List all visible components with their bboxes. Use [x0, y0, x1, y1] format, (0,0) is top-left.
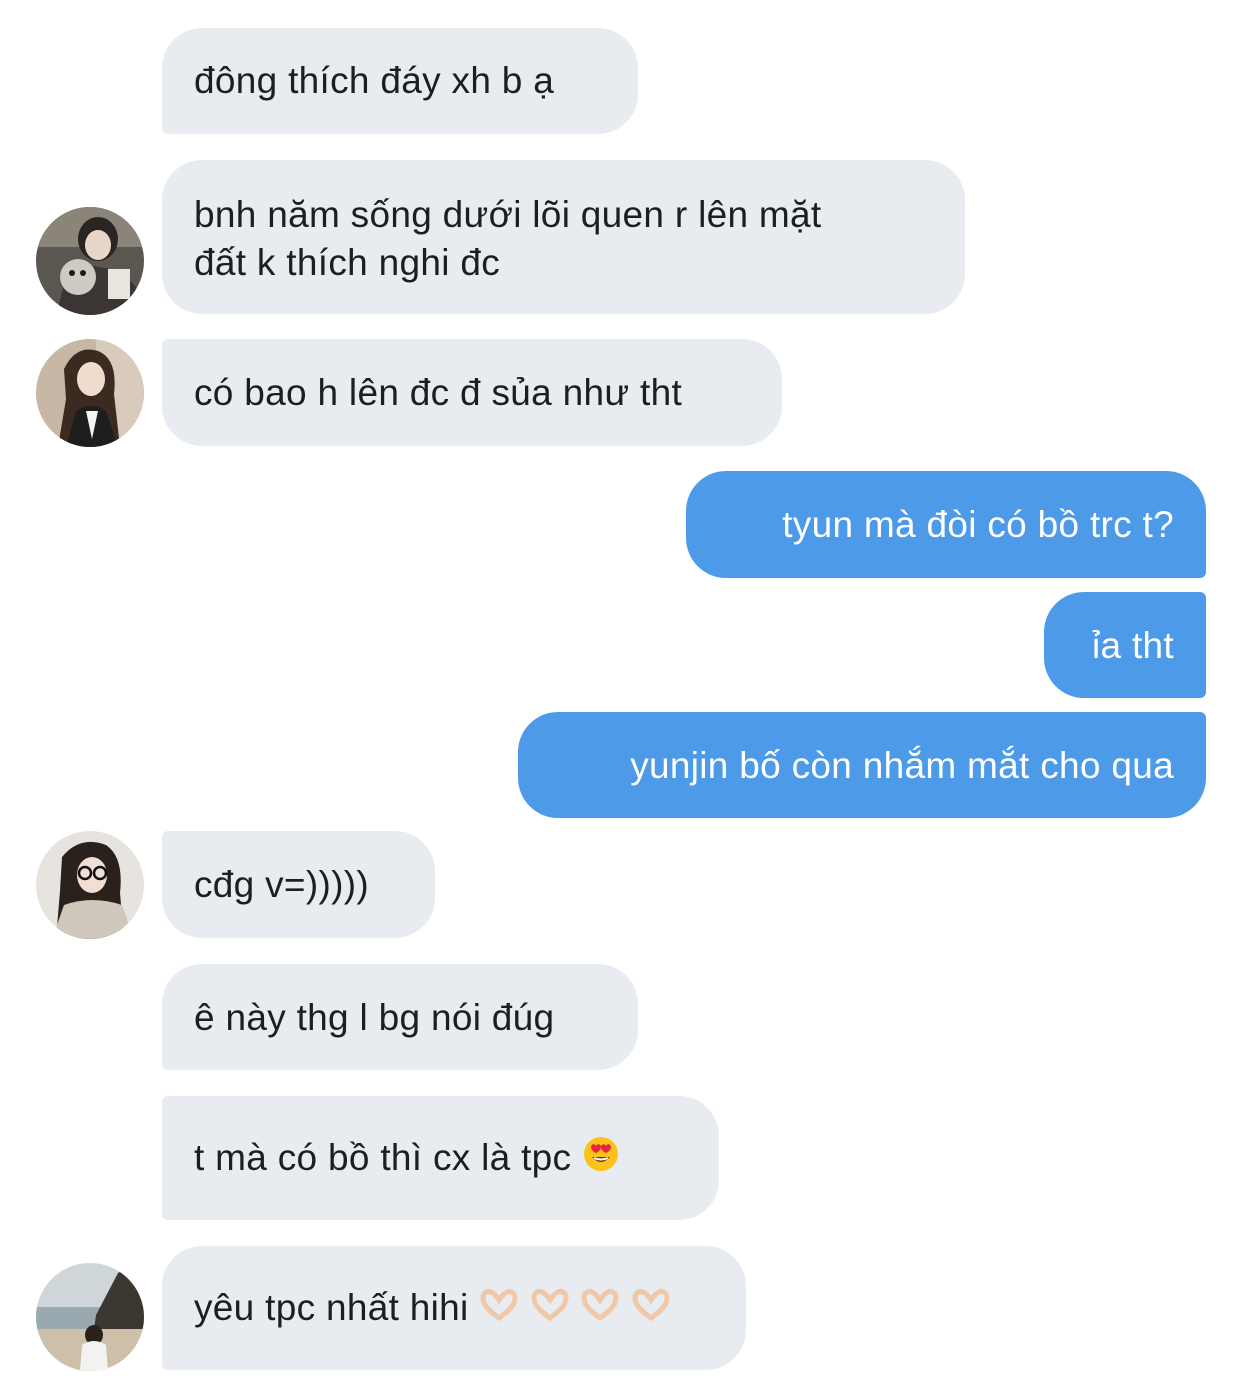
incoming-message[interactable]: bnh năm sống dưới lõi quen r lên mặt đất… [162, 160, 965, 314]
message-text: cđg v=))))) [194, 864, 369, 905]
avatar-person-beach-icon [36, 1263, 144, 1371]
avatar[interactable] [36, 1263, 144, 1371]
avatar-girl-with-dog-icon [36, 207, 144, 315]
message-text-row: yêu tpc nhất hihi [194, 1284, 714, 1334]
message-text-row: t mà có bồ thì cx là tpc [194, 1134, 687, 1185]
message-text: ỉa tht [1091, 625, 1174, 666]
message-text: yunjin bố còn nhắm mắt cho qua [630, 745, 1174, 786]
outgoing-message[interactable]: yunjin bố còn nhắm mắt cho qua [518, 712, 1206, 818]
message-text: t mà có bồ thì cx là tpc [194, 1137, 572, 1178]
message-text-line: bnh năm sống dưới lõi quen r lên mặt [194, 194, 822, 235]
incoming-message[interactable]: cđg v=))))) [162, 831, 435, 938]
incoming-message[interactable]: có bao h lên đc đ sủa như tht [162, 339, 782, 446]
avatar[interactable] [36, 207, 144, 315]
heart-hands-emoji-icon [530, 1286, 570, 1334]
incoming-message[interactable]: t mà có bồ thì cx là tpc [162, 1096, 719, 1220]
heart-eyes-emoji-icon [582, 1135, 620, 1185]
incoming-message[interactable]: ê này thg l bg nói đúg [162, 964, 638, 1070]
avatar[interactable] [36, 339, 144, 447]
outgoing-message[interactable]: ỉa tht [1044, 592, 1206, 698]
heart-hands-emoji-icon [580, 1286, 620, 1334]
incoming-message[interactable]: đông thích đáy xh b ạ [162, 28, 638, 134]
outgoing-message[interactable]: tyun mà đòi có bồ trc t? [686, 471, 1206, 578]
message-text: đông thích đáy xh b ạ [194, 60, 555, 101]
avatar[interactable] [36, 831, 144, 939]
avatar-girl-glasses-icon [36, 831, 144, 939]
heart-hands-emoji-icon [479, 1286, 519, 1334]
heart-hands-emoji-icon [631, 1286, 671, 1334]
incoming-message[interactable]: yêu tpc nhất hihi [162, 1246, 746, 1370]
message-text: ê này thg l bg nói đúg [194, 997, 555, 1038]
message-text: tyun mà đòi có bồ trc t? [782, 504, 1174, 545]
avatar-girl-long-hair-icon [36, 339, 144, 447]
message-text: yêu tpc nhất hihi [194, 1287, 469, 1328]
message-text: có bao h lên đc đ sủa như tht [194, 372, 683, 413]
message-text-line: đất k thích nghi đc [194, 242, 500, 283]
